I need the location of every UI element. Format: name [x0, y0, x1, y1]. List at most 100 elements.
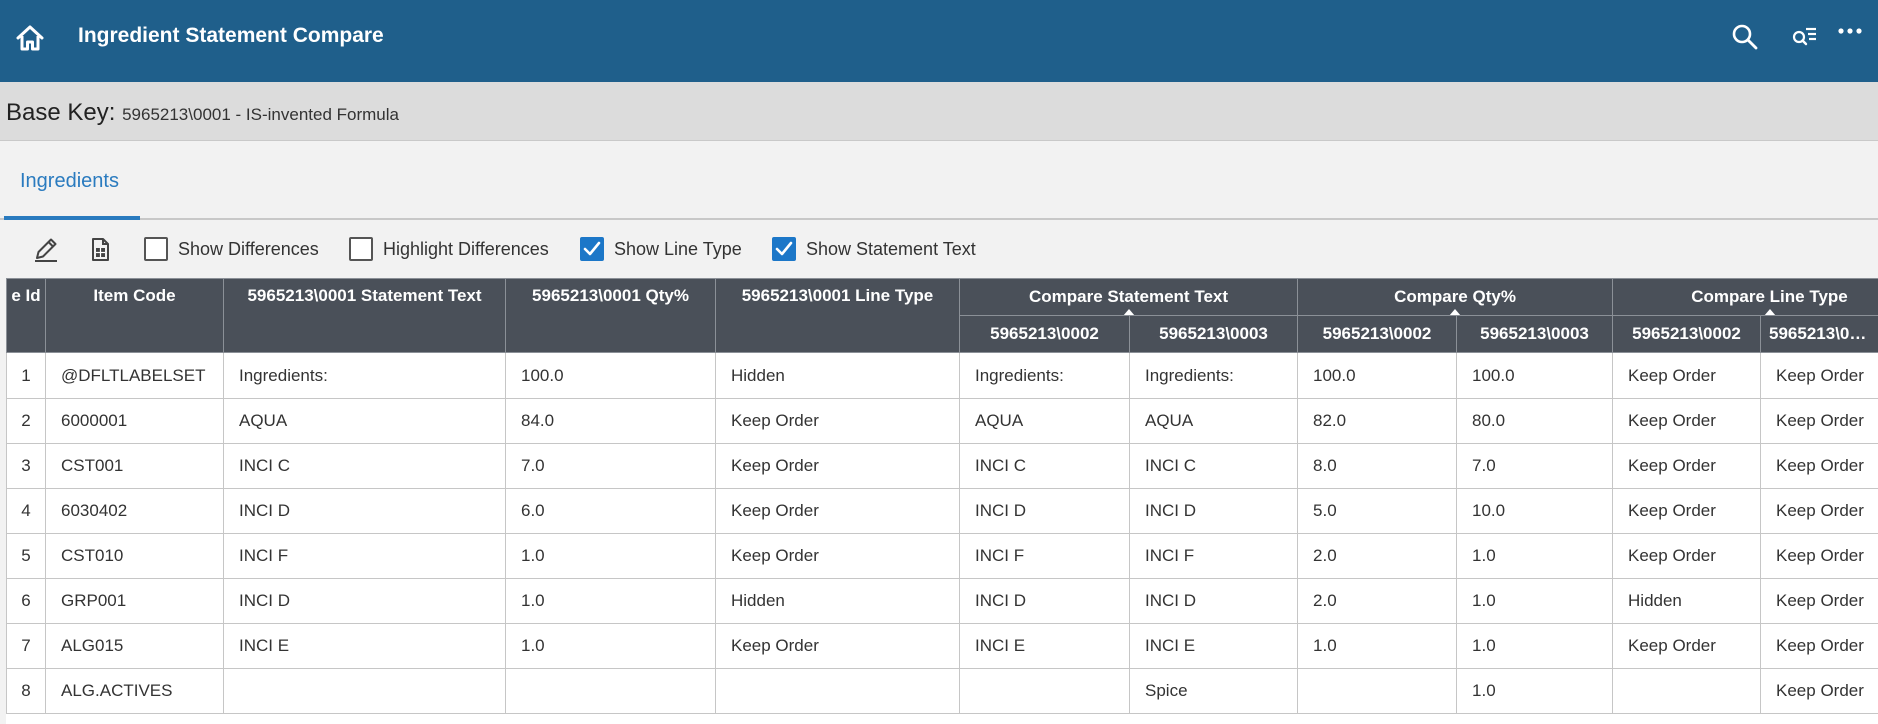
column-header-compare-line-type-0002[interactable]: 5965213\0002	[1612, 315, 1762, 353]
cell-compare-line-type-0003[interactable]: Keep Order	[1760, 488, 1878, 534]
cell-compare-line-type-0003[interactable]: Keep Order	[1760, 578, 1878, 624]
tab-ingredients[interactable]: Ingredients	[4, 170, 140, 220]
cell-base-qty[interactable]: 1.0	[505, 533, 716, 579]
cell-id[interactable]: 1	[6, 352, 46, 399]
table-row[interactable]: 8 ALG.ACTIVES Spice 1.0 Keep Order	[6, 668, 1878, 714]
pencil-icon[interactable]	[32, 235, 60, 263]
cell-compare-qty-0002[interactable]: 2.0	[1297, 578, 1458, 624]
cell-base-qty[interactable]: 1.0	[505, 623, 716, 669]
cell-id[interactable]: 6	[6, 578, 46, 624]
cell-compare-statement-0003[interactable]: INCI D	[1128, 578, 1299, 624]
cell-compare-statement-0002[interactable]	[959, 668, 1130, 714]
cell-compare-statement-0003[interactable]: AQUA	[1128, 398, 1299, 444]
table-row[interactable]: 1 @DFLTLABELSET Ingredients: 100.0 Hidde…	[6, 352, 1878, 399]
cell-compare-qty-0002[interactable]: 2.0	[1297, 533, 1458, 579]
cell-compare-qty-0002[interactable]: 100.0	[1297, 352, 1458, 399]
column-header-base-qty[interactable]: 5965213\0001 Qty%	[505, 278, 716, 353]
checkbox-checked[interactable]	[580, 237, 604, 261]
cell-id[interactable]: 8	[6, 668, 46, 714]
cell-compare-statement-0003[interactable]: INCI E	[1128, 623, 1299, 669]
collapse-caret-icon[interactable]	[1763, 309, 1776, 315]
table-row[interactable]: 6 GRP001 INCI D 1.0 Hidden INCI D INCI D…	[6, 578, 1878, 624]
cell-item-code[interactable]: GRP001	[45, 578, 224, 624]
cell-compare-qty-0003[interactable]: 1.0	[1456, 668, 1614, 714]
cell-base-line-type[interactable]: Keep Order	[715, 488, 960, 534]
cell-base-line-type[interactable]: Keep Order	[715, 533, 960, 579]
cell-compare-qty-0003[interactable]: 100.0	[1456, 352, 1614, 399]
cell-base-qty[interactable]: 6.0	[505, 488, 716, 534]
cell-compare-line-type-0002[interactable]: Keep Order	[1612, 623, 1762, 669]
checkbox-unchecked[interactable]	[144, 237, 168, 261]
cell-base-line-type[interactable]: Hidden	[715, 578, 960, 624]
table-row[interactable]: 2 6000001 AQUA 84.0 Keep Order AQUA AQUA…	[6, 398, 1878, 444]
cell-compare-qty-0002[interactable]	[1297, 668, 1458, 714]
show-line-type-checkbox[interactable]: Show Line Type	[580, 236, 742, 262]
cell-compare-qty-0002[interactable]: 1.0	[1297, 623, 1458, 669]
column-group-compare-qty[interactable]: Compare Qty%	[1297, 278, 1614, 316]
cell-base-qty[interactable]	[505, 668, 716, 714]
filter-search-icon[interactable]	[1790, 22, 1820, 52]
column-header-compare-qty-0003[interactable]: 5965213\0003	[1456, 315, 1614, 353]
cell-compare-line-type-0003[interactable]: Keep Order	[1760, 352, 1878, 399]
cell-base-qty[interactable]: 7.0	[505, 443, 716, 489]
cell-compare-statement-0002[interactable]: INCI D	[959, 578, 1130, 624]
cell-item-code[interactable]: CST010	[45, 533, 224, 579]
cell-compare-qty-0003[interactable]: 1.0	[1456, 623, 1614, 669]
cell-compare-qty-0002[interactable]: 5.0	[1297, 488, 1458, 534]
cell-base-line-type[interactable]: Keep Order	[715, 623, 960, 669]
cell-base-line-type[interactable]: Keep Order	[715, 398, 960, 444]
column-group-compare-statement-text[interactable]: Compare Statement Text	[958, 278, 1299, 316]
search-icon[interactable]	[1730, 22, 1760, 52]
cell-compare-qty-0002[interactable]: 82.0	[1297, 398, 1458, 444]
cell-compare-statement-0002[interactable]: INCI D	[959, 488, 1130, 534]
document-export-icon[interactable]	[86, 235, 114, 263]
cell-compare-statement-0002[interactable]: INCI F	[959, 533, 1130, 579]
cell-base-statement-text[interactable]: INCI D	[223, 488, 506, 534]
cell-item-code[interactable]: ALG.ACTIVES	[45, 668, 224, 714]
checkbox-unchecked[interactable]	[349, 237, 373, 261]
cell-item-code[interactable]: @DFLTLABELSET	[45, 352, 224, 399]
cell-compare-statement-0002[interactable]: Ingredients:	[959, 352, 1130, 399]
compare-grid[interactable]: e Id Item Code 5965213\0001 Statement Te…	[6, 278, 1878, 724]
cell-compare-line-type-0003[interactable]: Keep Order	[1760, 533, 1878, 579]
table-row[interactable]: 5 CST010 INCI F 1.0 Keep Order INCI F IN…	[6, 533, 1878, 579]
cell-compare-statement-0002[interactable]: AQUA	[959, 398, 1130, 444]
cell-compare-statement-0003[interactable]: INCI D	[1128, 488, 1299, 534]
cell-base-statement-text[interactable]: INCI F	[223, 533, 506, 579]
collapse-caret-icon[interactable]	[1122, 309, 1135, 315]
cell-item-code[interactable]: ALG015	[45, 623, 224, 669]
cell-compare-line-type-0003[interactable]: Keep Order	[1760, 398, 1878, 444]
cell-base-line-type[interactable]	[715, 668, 960, 714]
cell-compare-statement-0003[interactable]: INCI C	[1128, 443, 1299, 489]
cell-base-statement-text[interactable]: INCI C	[223, 443, 506, 489]
cell-base-line-type[interactable]: Hidden	[715, 352, 960, 399]
column-header-compare-line-type-0003[interactable]: 5965213\0…	[1760, 315, 1878, 353]
column-header-item-code[interactable]: Item Code	[45, 278, 224, 353]
more-options-icon[interactable]	[1836, 14, 1866, 44]
table-row[interactable]: 7 ALG015 INCI E 1.0 Keep Order INCI E IN…	[6, 623, 1878, 669]
cell-id[interactable]: 2	[6, 398, 46, 444]
cell-base-statement-text[interactable]: INCI D	[223, 578, 506, 624]
cell-compare-qty-0003[interactable]: 7.0	[1456, 443, 1614, 489]
column-header-compare-statement-0003[interactable]: 5965213\0003	[1128, 315, 1299, 353]
cell-compare-line-type-0002[interactable]: Hidden	[1612, 578, 1762, 624]
column-header-compare-statement-0002[interactable]: 5965213\0002	[959, 315, 1130, 353]
highlight-differences-checkbox[interactable]: Highlight Differences	[349, 236, 549, 262]
home-icon[interactable]	[14, 22, 46, 54]
cell-item-code[interactable]: CST001	[45, 443, 224, 489]
cell-item-code[interactable]: 6000001	[45, 398, 224, 444]
cell-compare-line-type-0003[interactable]: Keep Order	[1760, 623, 1878, 669]
column-header-compare-qty-0002[interactable]: 5965213\0002	[1297, 315, 1458, 353]
column-header-base-statement-text[interactable]: 5965213\0001 Statement Text	[223, 278, 506, 353]
cell-compare-line-type-0003[interactable]: Keep Order	[1760, 668, 1878, 714]
cell-base-line-type[interactable]: Keep Order	[715, 443, 960, 489]
cell-compare-line-type-0002[interactable]: Keep Order	[1612, 352, 1762, 399]
cell-compare-line-type-0002[interactable]	[1612, 668, 1762, 714]
checkbox-checked[interactable]	[772, 237, 796, 261]
cell-compare-line-type-0002[interactable]: Keep Order	[1612, 398, 1762, 444]
cell-id[interactable]: 3	[6, 443, 46, 489]
cell-id[interactable]: 5	[6, 533, 46, 579]
cell-base-statement-text[interactable]: Ingredients:	[223, 352, 506, 399]
cell-compare-statement-0002[interactable]: INCI C	[959, 443, 1130, 489]
table-row[interactable]: 3 CST001 INCI C 7.0 Keep Order INCI C IN…	[6, 443, 1878, 489]
